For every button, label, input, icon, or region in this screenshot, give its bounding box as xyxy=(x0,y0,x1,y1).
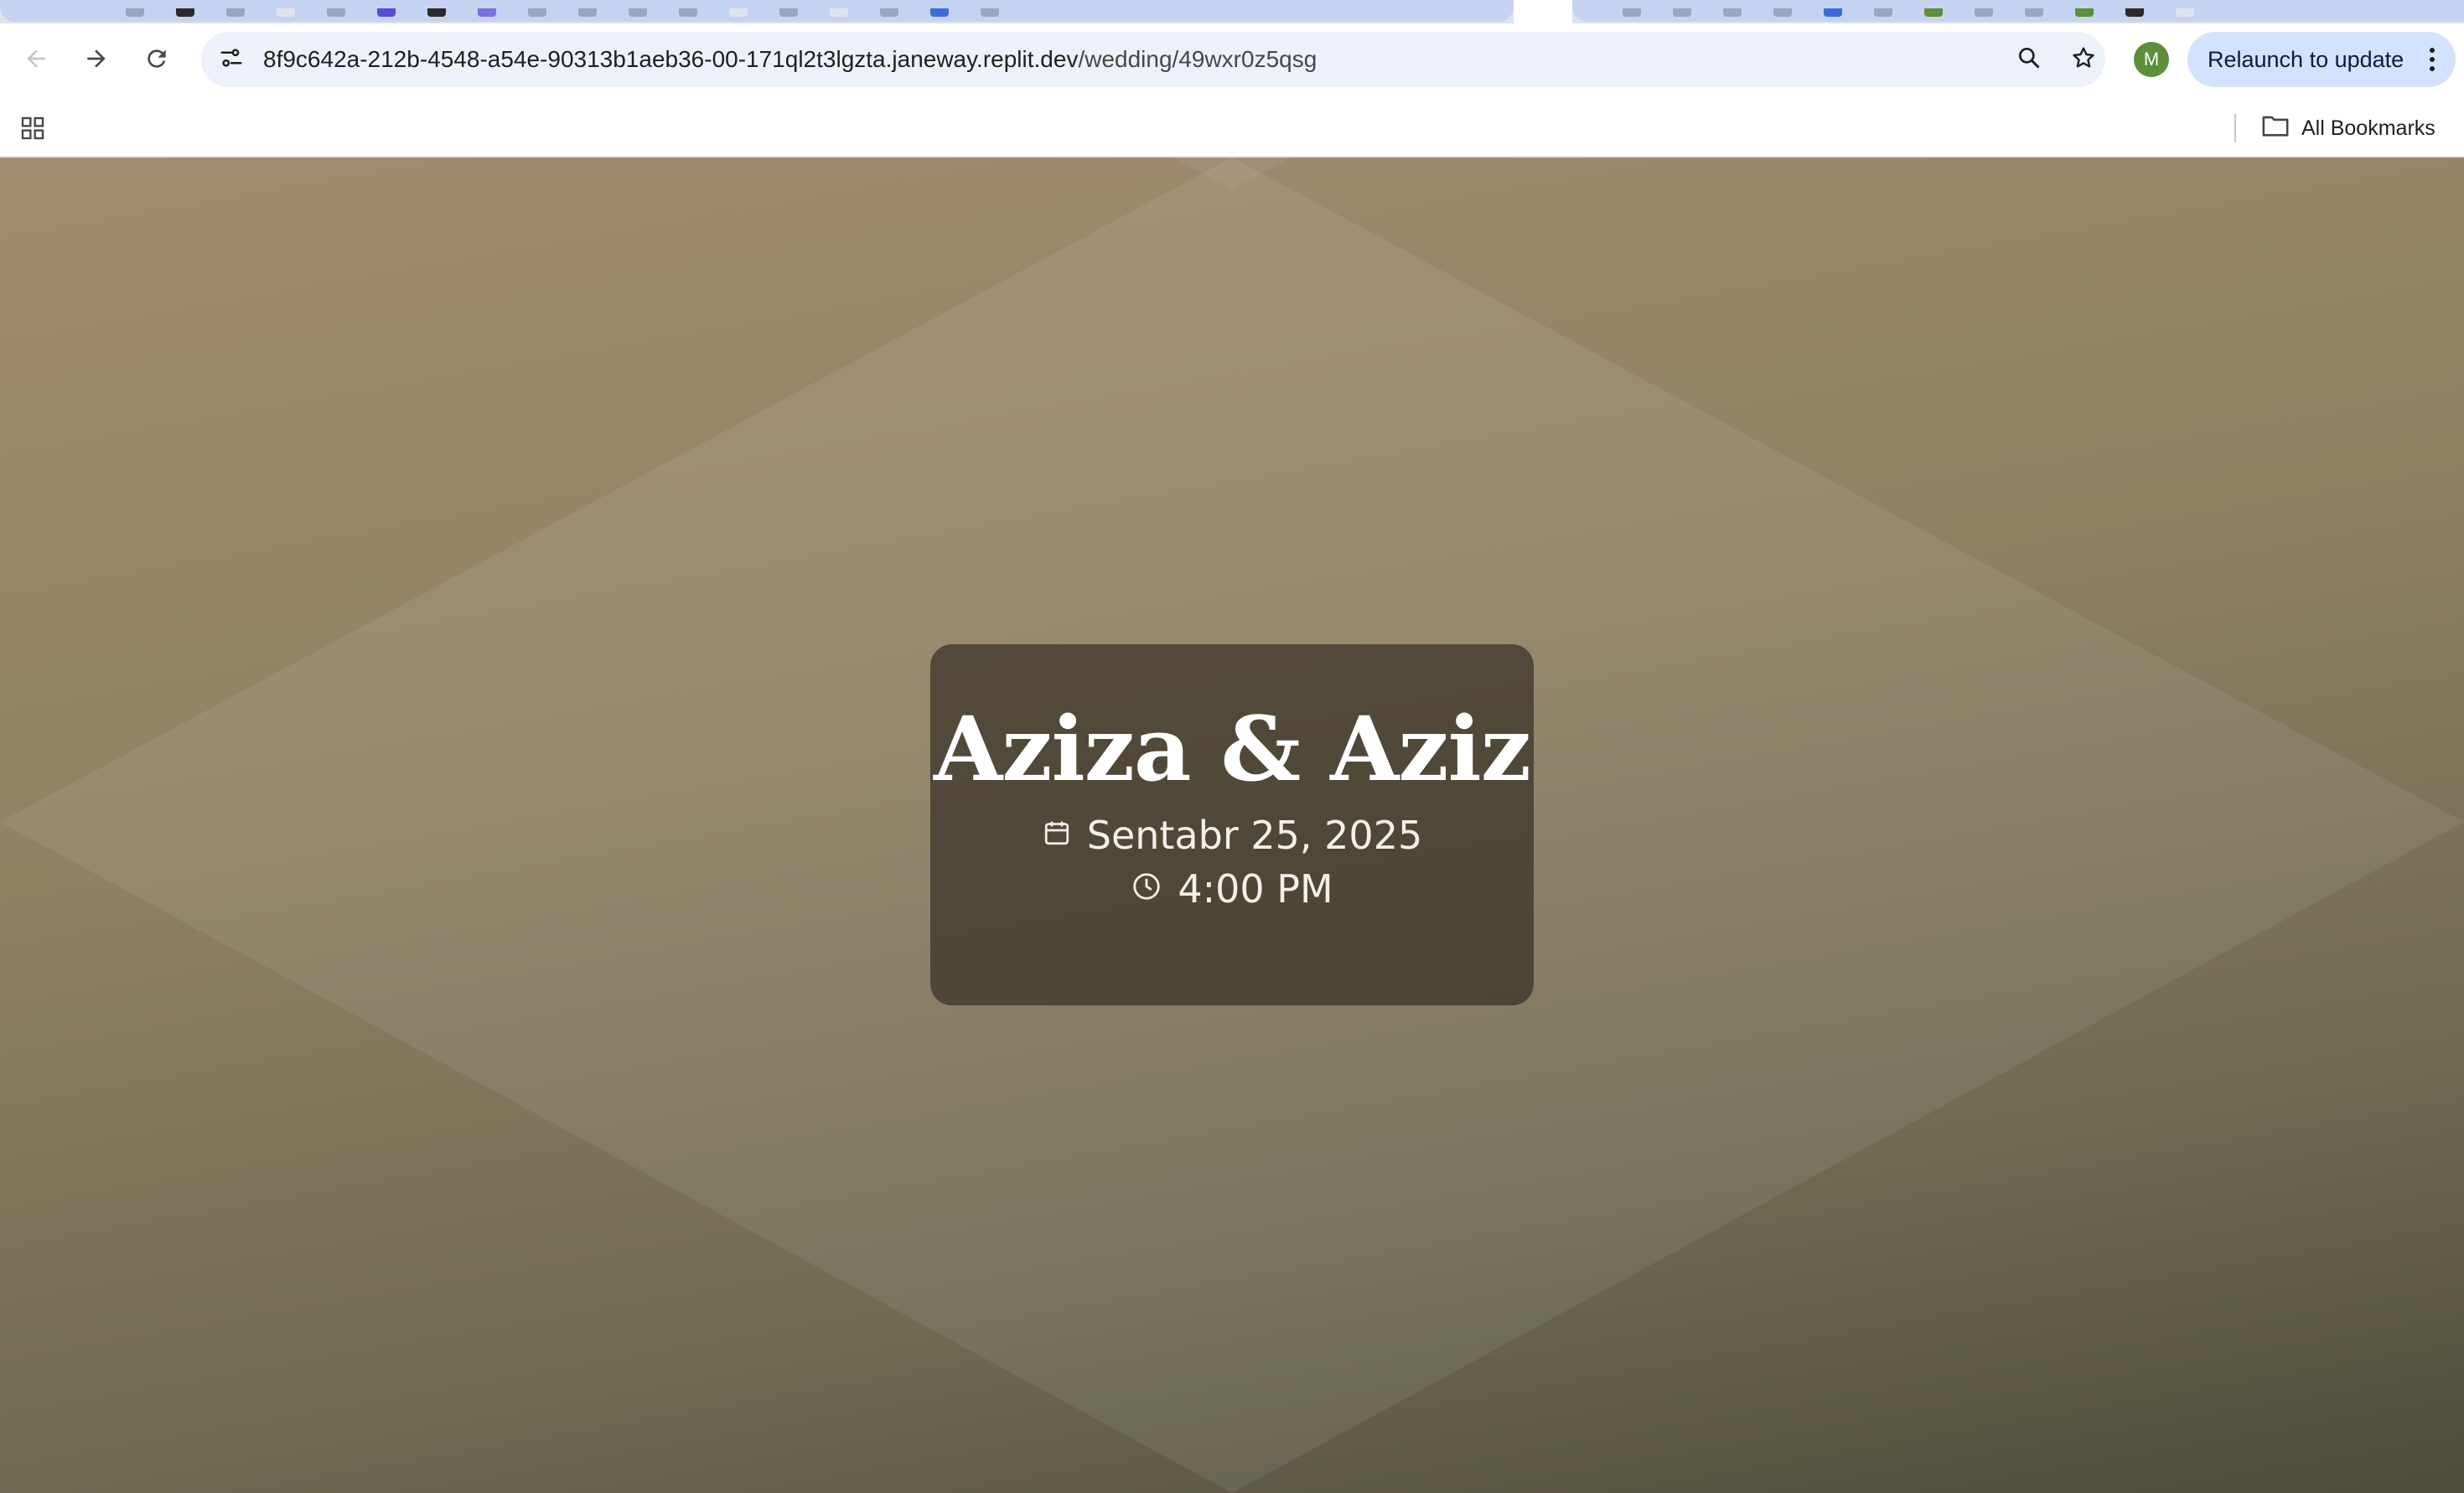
clock-icon xyxy=(1131,862,1162,916)
relaunch-button[interactable]: Relaunch to update xyxy=(2187,32,2456,87)
tab-favicon[interactable] xyxy=(1975,8,1993,17)
forward-arrow-icon xyxy=(83,45,110,76)
url-host: 8f9c642a-212b-4548-a54e-90313b1aeb36-00-… xyxy=(263,46,1079,72)
tab-favicon[interactable] xyxy=(1723,8,1742,17)
address-bar[interactable]: 8f9c642a-212b-4548-a54e-90313b1aeb36-00-… xyxy=(201,32,2105,87)
tab-favicon[interactable] xyxy=(830,8,848,17)
active-tab[interactable] xyxy=(1514,0,1572,23)
tab-favicon[interactable] xyxy=(377,8,396,17)
tab-favicon[interactable] xyxy=(629,8,647,17)
tab-favicon[interactable] xyxy=(478,8,496,17)
couple-names: Aziza & Aziz xyxy=(934,696,1531,801)
all-bookmarks-button[interactable]: All Bookmarks xyxy=(2261,109,2436,147)
forward-button[interactable] xyxy=(73,37,120,84)
calendar-icon xyxy=(1042,808,1072,862)
tab-favicon[interactable] xyxy=(277,8,295,17)
folder-icon xyxy=(2261,113,2290,144)
site-info-icon xyxy=(219,45,244,75)
tab-group-left[interactable] xyxy=(0,0,1514,22)
tab-favicon[interactable] xyxy=(2025,8,2043,17)
tab-favicon[interactable] xyxy=(930,8,949,17)
tab-favicon[interactable] xyxy=(779,8,798,17)
invitation-card: Aziza & Aziz Sentabr 25, 2025 4:00 PM xyxy=(930,644,1534,1005)
reload-button[interactable] xyxy=(133,37,180,84)
tab-favicon[interactable] xyxy=(1673,8,1691,17)
event-time: 4:00 PM xyxy=(1178,866,1333,912)
apps-button[interactable] xyxy=(15,112,50,147)
bookmarks-bar: All Bookmarks xyxy=(0,97,2464,158)
tab-favicon[interactable] xyxy=(1924,8,1943,17)
tab-favicon[interactable] xyxy=(2176,8,2194,17)
site-info-button[interactable] xyxy=(211,39,251,80)
tab-favicon[interactable] xyxy=(679,8,697,17)
zoom-button[interactable] xyxy=(2009,39,2049,80)
back-button[interactable] xyxy=(13,37,60,84)
tab-favicon[interactable] xyxy=(729,8,748,17)
tab-favicon[interactable] xyxy=(1824,8,1842,17)
reload-icon xyxy=(143,45,170,76)
tab-favicon[interactable] xyxy=(1623,8,1641,17)
tab-favicon[interactable] xyxy=(2125,8,2144,17)
tab-favicon[interactable] xyxy=(880,8,898,17)
tab-favicon[interactable] xyxy=(327,8,345,17)
event-date: Sentabr 25, 2025 xyxy=(1086,813,1423,858)
time-row: 4:00 PM xyxy=(1131,862,1333,916)
tab-favicon[interactable] xyxy=(528,8,546,17)
tab-favicon[interactable] xyxy=(126,8,144,17)
url-text[interactable]: 8f9c642a-212b-4548-a54e-90313b1aeb36-00-… xyxy=(263,32,1317,87)
zoom-icon xyxy=(2016,44,2042,75)
profile-avatar[interactable]: M xyxy=(2134,42,2169,77)
star-icon xyxy=(2070,44,2097,75)
tab-favicon[interactable] xyxy=(981,8,999,17)
tab-group-right[interactable] xyxy=(1572,0,2464,22)
back-arrow-icon xyxy=(23,45,49,76)
tab-favicon[interactable] xyxy=(2075,8,2094,17)
tab-favicon[interactable] xyxy=(176,8,194,17)
url-path: /wedding/49wxr0z5qsg xyxy=(1078,46,1317,72)
tab-favicon[interactable] xyxy=(427,8,446,17)
all-bookmarks-label: All Bookmarks xyxy=(2301,116,2436,140)
apps-grid-icon xyxy=(19,115,46,146)
tab-favicon[interactable] xyxy=(578,8,597,17)
tab-favicon[interactable] xyxy=(226,8,245,17)
date-row: Sentabr 25, 2025 xyxy=(1042,808,1422,862)
more-vert-icon[interactable] xyxy=(2422,41,2442,78)
tab-strip xyxy=(0,0,2464,23)
bookmark-star-button[interactable] xyxy=(2063,39,2104,80)
browser-toolbar: 8f9c642a-212b-4548-a54e-90313b1aeb36-00-… xyxy=(0,23,2464,97)
relaunch-label: Relaunch to update xyxy=(2208,46,2404,72)
wedding-page: Aziza & Aziz Sentabr 25, 2025 4:00 PM xyxy=(0,158,2464,1493)
tab-favicon[interactable] xyxy=(1773,8,1792,17)
bookmarks-divider xyxy=(2234,114,2236,142)
tab-favicon[interactable] xyxy=(1874,8,1892,17)
